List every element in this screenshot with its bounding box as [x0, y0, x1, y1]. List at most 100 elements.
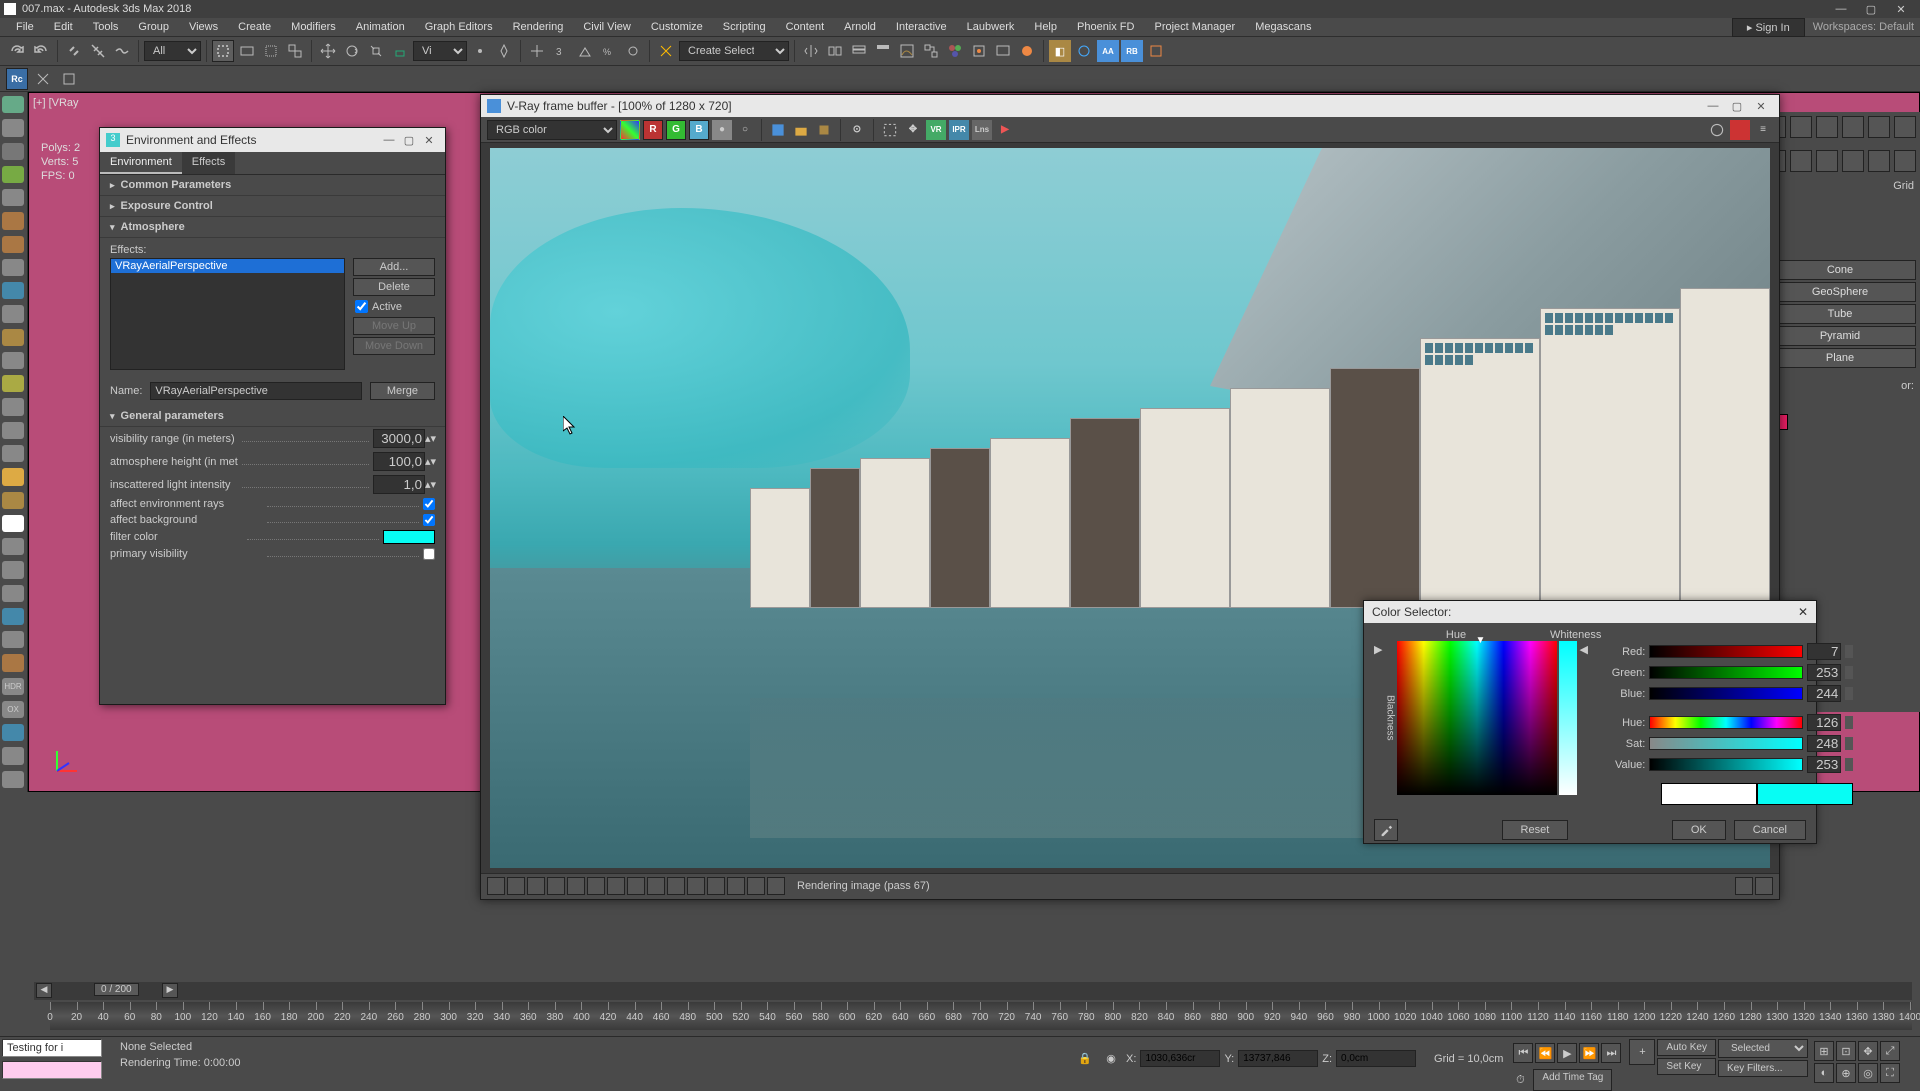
- menu-content[interactable]: Content: [776, 21, 835, 33]
- plugin-btn-aa[interactable]: AA: [1097, 40, 1119, 62]
- viewport-label[interactable]: [+] [VRay: [33, 97, 79, 109]
- left-icon-8[interactable]: [2, 259, 24, 276]
- vfb-status-btn-r1[interactable]: [1735, 877, 1753, 895]
- mirror-button[interactable]: [800, 40, 822, 62]
- menu-civil-view[interactable]: Civil View: [573, 21, 640, 33]
- vfb-titlebar[interactable]: V-Ray frame buffer - [100% of 1280 x 720…: [481, 95, 1779, 117]
- material-editor-button[interactable]: [944, 40, 966, 62]
- vfb-status-btn-2[interactable]: [507, 877, 525, 895]
- spinner-icon[interactable]: [1845, 758, 1853, 771]
- vfb-status-btn-8[interactable]: [627, 877, 645, 895]
- set-key-big-button[interactable]: +: [1629, 1039, 1655, 1065]
- ref-coord-system[interactable]: View: [413, 41, 467, 61]
- select-by-name-button[interactable]: [236, 40, 258, 62]
- signin-button[interactable]: ▸ Sign In: [1732, 18, 1805, 37]
- timeline-trackbar[interactable]: ◀ 0 / 200 ▶: [34, 982, 1912, 1000]
- viewnav-8[interactable]: ⛶: [1880, 1063, 1900, 1083]
- left-icon-16[interactable]: [2, 445, 24, 462]
- vfb-status-btn-14[interactable]: [747, 877, 765, 895]
- render-button[interactable]: [1016, 40, 1038, 62]
- env-section-general[interactable]: General parameters: [100, 406, 445, 427]
- red-input[interactable]: [1807, 643, 1841, 660]
- spinner-icon[interactable]: [1845, 645, 1853, 658]
- spinner-icon[interactable]: [1845, 666, 1853, 679]
- red-slider[interactable]: [1649, 645, 1803, 658]
- left-icon-6[interactable]: [2, 212, 24, 229]
- left-icon-18[interactable]: [2, 492, 24, 509]
- viewnav-4[interactable]: ⤢: [1880, 1041, 1900, 1061]
- hue-input[interactable]: [1807, 714, 1841, 731]
- keyboard-shortcut-button[interactable]: [526, 40, 548, 62]
- sat-slider[interactable]: [1649, 737, 1803, 750]
- vfb-region-button[interactable]: [880, 120, 900, 140]
- viewnav-5[interactable]: ◐: [1814, 1063, 1834, 1083]
- window-crossing-button[interactable]: [284, 40, 306, 62]
- env-close-button[interactable]: ✕: [419, 134, 439, 147]
- maxscript-listener[interactable]: [2, 1039, 102, 1057]
- vfb-status-btn-r2[interactable]: [1755, 877, 1773, 895]
- vfb-status-btn-4[interactable]: [547, 877, 565, 895]
- menu-customize[interactable]: Customize: [641, 21, 713, 33]
- maximize-button[interactable]: ▢: [1856, 0, 1886, 18]
- left-icon-26[interactable]: HDR: [2, 678, 24, 695]
- vfb-green-channel[interactable]: G: [666, 120, 686, 140]
- menu-scripting[interactable]: Scripting: [713, 21, 776, 33]
- maxscript-input[interactable]: [2, 1061, 102, 1079]
- vfb-lens-button[interactable]: Lns: [972, 120, 992, 140]
- obj-tube[interactable]: Tube: [1764, 304, 1916, 324]
- green-slider[interactable]: [1649, 666, 1803, 679]
- spinner-icon[interactable]: [1845, 716, 1853, 729]
- ribbon-tool-2[interactable]: [58, 68, 80, 90]
- vfb-ipr-button[interactable]: IPR: [949, 120, 969, 140]
- menu-interactive[interactable]: Interactive: [886, 21, 957, 33]
- obj-pyramid[interactable]: Pyramid: [1764, 326, 1916, 346]
- viewnav-2[interactable]: ⊡: [1836, 1041, 1856, 1061]
- left-icon-25[interactable]: [2, 654, 24, 671]
- plugin-btn-2[interactable]: [1073, 40, 1095, 62]
- redo-button[interactable]: [30, 40, 52, 62]
- menu-rendering[interactable]: Rendering: [503, 21, 574, 33]
- left-icon-1[interactable]: [2, 96, 24, 113]
- viewnav-6[interactable]: ⊕: [1836, 1063, 1856, 1083]
- left-icon-29[interactable]: [2, 747, 24, 764]
- menu-graph-editors[interactable]: Graph Editors: [415, 21, 503, 33]
- subpanel-cameras[interactable]: [1842, 150, 1864, 172]
- green-input[interactable]: [1807, 664, 1841, 681]
- left-icon-20[interactable]: [2, 538, 24, 555]
- vfb-history-button[interactable]: ≡: [1753, 120, 1773, 140]
- timeline-prev-button[interactable]: ◀: [36, 983, 52, 998]
- play-button[interactable]: ▶: [1557, 1043, 1577, 1063]
- effects-active-checkbox[interactable]: Active: [353, 298, 435, 315]
- menu-project-manager[interactable]: Project Manager: [1144, 21, 1245, 33]
- spinner-icon[interactable]: ▴▾: [425, 455, 435, 468]
- vfb-status-btn-1[interactable]: [487, 877, 505, 895]
- ribbon-home-button[interactable]: Rc: [6, 68, 28, 90]
- vfb-status-btn-9[interactable]: [647, 877, 665, 895]
- sat-input[interactable]: [1807, 735, 1841, 752]
- time-config-button[interactable]: ⏱: [1509, 1069, 1531, 1091]
- panel-tab-modify[interactable]: [1790, 116, 1812, 138]
- effects-merge-button[interactable]: Merge: [370, 382, 435, 400]
- menu-phoenix-fd[interactable]: Phoenix FD: [1067, 21, 1144, 33]
- value-input[interactable]: [1807, 756, 1841, 773]
- subpanel-lights[interactable]: [1816, 150, 1838, 172]
- spinner-icon[interactable]: [1845, 737, 1853, 750]
- menu-modifiers[interactable]: Modifiers: [281, 21, 346, 33]
- goto-end-button[interactable]: ⏭: [1601, 1043, 1621, 1063]
- vfb-rgb-button[interactable]: [620, 120, 640, 140]
- subpanel-shapes[interactable]: [1790, 150, 1812, 172]
- menu-arnold[interactable]: Arnold: [834, 21, 886, 33]
- subpanel-space-warps[interactable]: [1894, 150, 1916, 172]
- named-selection-set[interactable]: Create Selection Se: [679, 41, 789, 61]
- menu-laubwerk[interactable]: Laubwerk: [957, 21, 1025, 33]
- viewnav-1[interactable]: ⊞: [1814, 1041, 1834, 1061]
- vfb-status-btn-6[interactable]: [587, 877, 605, 895]
- menu-help[interactable]: Help: [1024, 21, 1067, 33]
- blue-slider[interactable]: [1649, 687, 1803, 700]
- unlink-button[interactable]: [87, 40, 109, 62]
- align-button[interactable]: [824, 40, 846, 62]
- vfb-vr-button[interactable]: VR: [926, 120, 946, 140]
- spinner-icon[interactable]: ▴▾: [425, 478, 435, 491]
- link-button[interactable]: [63, 40, 85, 62]
- left-icon-5[interactable]: [2, 189, 24, 206]
